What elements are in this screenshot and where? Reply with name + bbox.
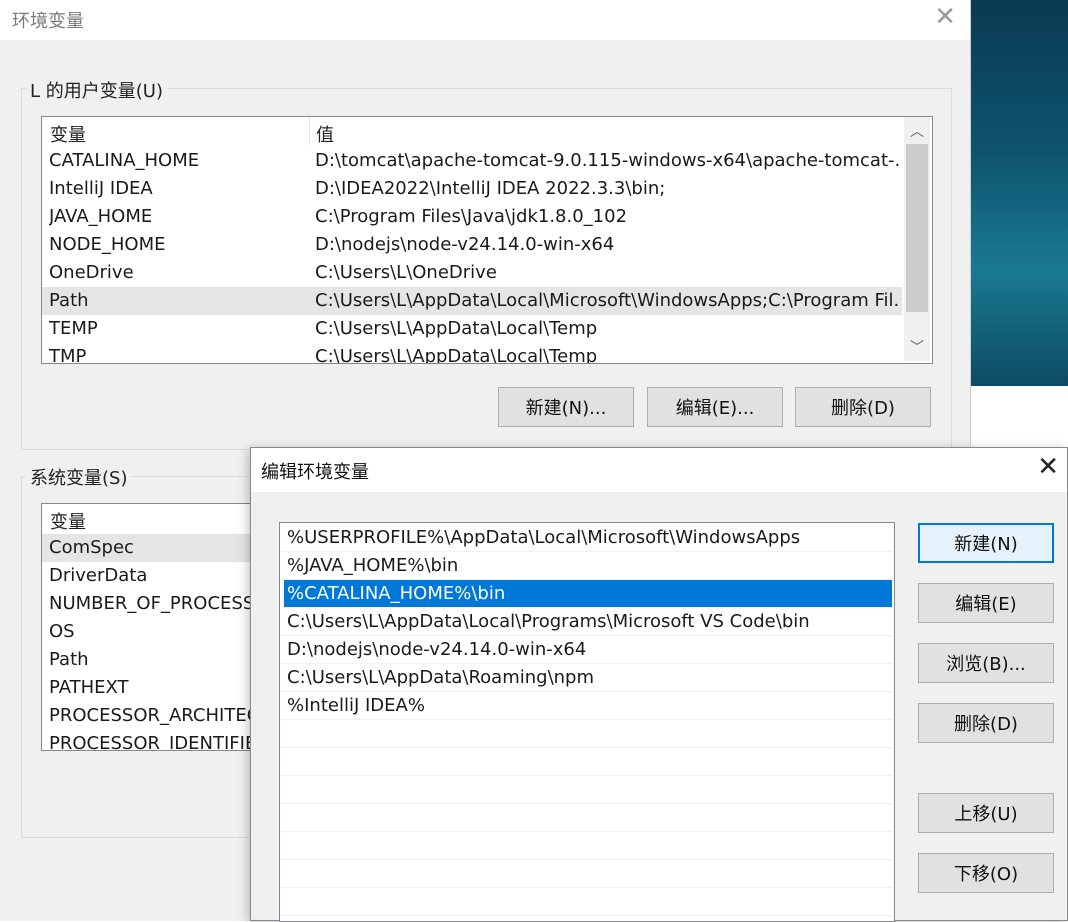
user-edit-button[interactable]: 编辑(E)... <box>647 387 783 427</box>
var-value: D:\tomcat\apache-tomcat-9.0.115-windows-… <box>315 150 900 171</box>
column-header-value[interactable]: 值 <box>316 121 334 147</box>
empty-row[interactable] <box>280 748 894 776</box>
list-item[interactable]: CATALINA_HOME D:\tomcat\apache-tomcat-9.0… <box>42 147 902 175</box>
empty-row[interactable] <box>280 804 894 832</box>
list-item[interactable]: JAVA_HOME C:\Program Files\Java\jdk1.8.0_… <box>42 203 902 231</box>
path-text: %USERPROFILE%\AppData\Local\Microsoft\Wi… <box>287 527 801 548</box>
system-vars-group-label: 系统变量(S) <box>26 464 132 490</box>
column-header-name[interactable]: 变量 <box>50 508 86 534</box>
path-entry[interactable]: %JAVA_HOME%\bin <box>280 552 894 580</box>
empty-row[interactable] <box>280 720 894 748</box>
path-text: C:\Users\L\AppData\Roaming\npm <box>287 667 595 688</box>
path-entry[interactable]: C:\Users\L\AppData\Local\Programs\Micros… <box>280 608 894 636</box>
var-value: C:\Users\L\OneDrive <box>315 262 497 283</box>
path-entries-list[interactable]: %USERPROFILE%\AppData\Local\Microsoft\Wi… <box>279 522 895 922</box>
empty-row[interactable] <box>280 888 894 916</box>
close-icon[interactable]: ✕ <box>934 2 956 32</box>
empty-row[interactable] <box>280 832 894 860</box>
dialog-title: 编辑环境变量 <box>261 462 369 483</box>
var-name: JAVA_HOME <box>49 206 153 227</box>
path-text: %IntelliJ IDEA% <box>287 695 425 716</box>
move-down-button[interactable]: 下移(O) <box>918 853 1054 893</box>
dialog-title-bar: 编辑环境变量 ✕ <box>251 448 1067 492</box>
var-value: C:\Users\L\AppData\Local\Microsoft\Windo… <box>315 290 900 311</box>
delete-path-button[interactable]: 删除(D) <box>918 703 1054 743</box>
new-path-button[interactable]: 新建(N) <box>918 523 1054 563</box>
path-entry[interactable]: %CATALINA_HOME%\bin <box>284 580 892 608</box>
path-entry[interactable]: C:\Users\L\AppData\Roaming\npm <box>280 664 894 692</box>
var-name: TEMP <box>49 318 98 339</box>
var-value: C:\Program Files\Java\jdk1.8.0_102 <box>315 206 628 227</box>
path-text: C:\Users\L\AppData\Local\Programs\Micros… <box>287 611 810 632</box>
user-vars-group-label: L 的用户变量(U) <box>26 77 167 103</box>
list-item[interactable]: IntelliJ IDEA D:\IDEA2022\IntelliJ IDEA 2… <box>42 175 902 203</box>
var-name: Path <box>49 290 89 311</box>
var-value: C:\Users\L\AppData\Local\Temp <box>315 346 598 364</box>
var-name: NODE_HOME <box>49 234 166 255</box>
list-item[interactable]: TEMP C:\Users\L\AppData\Local\Temp <box>42 315 902 343</box>
desktop-background <box>970 386 1068 446</box>
edit-path-button[interactable]: 编辑(E) <box>918 583 1054 623</box>
var-value: C:\Users\L\AppData\Local\Temp <box>315 318 598 339</box>
edit-env-var-dialog: 编辑环境变量 ✕ %USERPROFILE%\AppData\Local\Mic… <box>250 447 1068 922</box>
path-entry[interactable]: %USERPROFILE%\AppData\Local\Microsoft\Wi… <box>280 524 894 552</box>
list-item[interactable]: Path C:\Users\L\AppData\Local\Microsoft\W… <box>42 287 902 315</box>
empty-row[interactable] <box>280 860 894 888</box>
scroll-up-icon[interactable]: ︿ <box>904 121 930 141</box>
var-name: OneDrive <box>49 262 134 283</box>
column-header-name[interactable]: 变量 <box>50 121 86 147</box>
path-text: %CATALINA_HOME%\bin <box>287 583 506 604</box>
path-entry[interactable]: D:\nodejs\node-v24.14.0-win-x64 <box>280 636 894 664</box>
close-icon[interactable]: ✕ <box>1037 452 1059 482</box>
empty-row[interactable] <box>280 776 894 804</box>
column-divider[interactable] <box>309 117 310 145</box>
user-vars-scrollbar[interactable]: ︿ ﹀ <box>904 117 930 361</box>
path-entry[interactable]: %IntelliJ IDEA% <box>280 692 894 720</box>
var-value: D:\nodejs\node-v24.14.0-win-x64 <box>315 234 615 255</box>
move-up-button[interactable]: 上移(U) <box>918 793 1054 833</box>
user-delete-button[interactable]: 删除(D) <box>795 387 931 427</box>
title-bar: 环境变量 ✕ <box>0 0 970 40</box>
path-text: D:\nodejs\node-v24.14.0-win-x64 <box>287 639 587 660</box>
user-vars-list[interactable]: 变量 值 CATALINA_HOME D:\tomcat\apache-tomca… <box>41 116 933 364</box>
list-header: 变量 值 <box>42 117 932 147</box>
window-title: 环境变量 <box>12 11 84 32</box>
var-name: CATALINA_HOME <box>49 150 200 171</box>
path-text: %JAVA_HOME%\bin <box>287 555 459 576</box>
list-item[interactable]: TMP C:\Users\L\AppData\Local\Temp <box>42 343 902 364</box>
user-new-button[interactable]: 新建(N)... <box>498 387 634 427</box>
desktop-wallpaper <box>970 0 1068 386</box>
var-name: IntelliJ IDEA <box>49 178 153 199</box>
scroll-down-icon[interactable]: ﹀ <box>904 337 930 357</box>
var-name: TMP <box>49 346 87 364</box>
browse-button[interactable]: 浏览(B)... <box>918 643 1054 683</box>
var-value: D:\IDEA2022\IntelliJ IDEA 2022.3.3\bin; <box>315 178 666 199</box>
list-item[interactable]: NODE_HOME D:\nodejs\node-v24.14.0-win-x64 <box>42 231 902 259</box>
list-item[interactable]: OneDrive C:\Users\L\OneDrive <box>42 259 902 287</box>
scrollbar-thumb[interactable] <box>906 144 928 312</box>
